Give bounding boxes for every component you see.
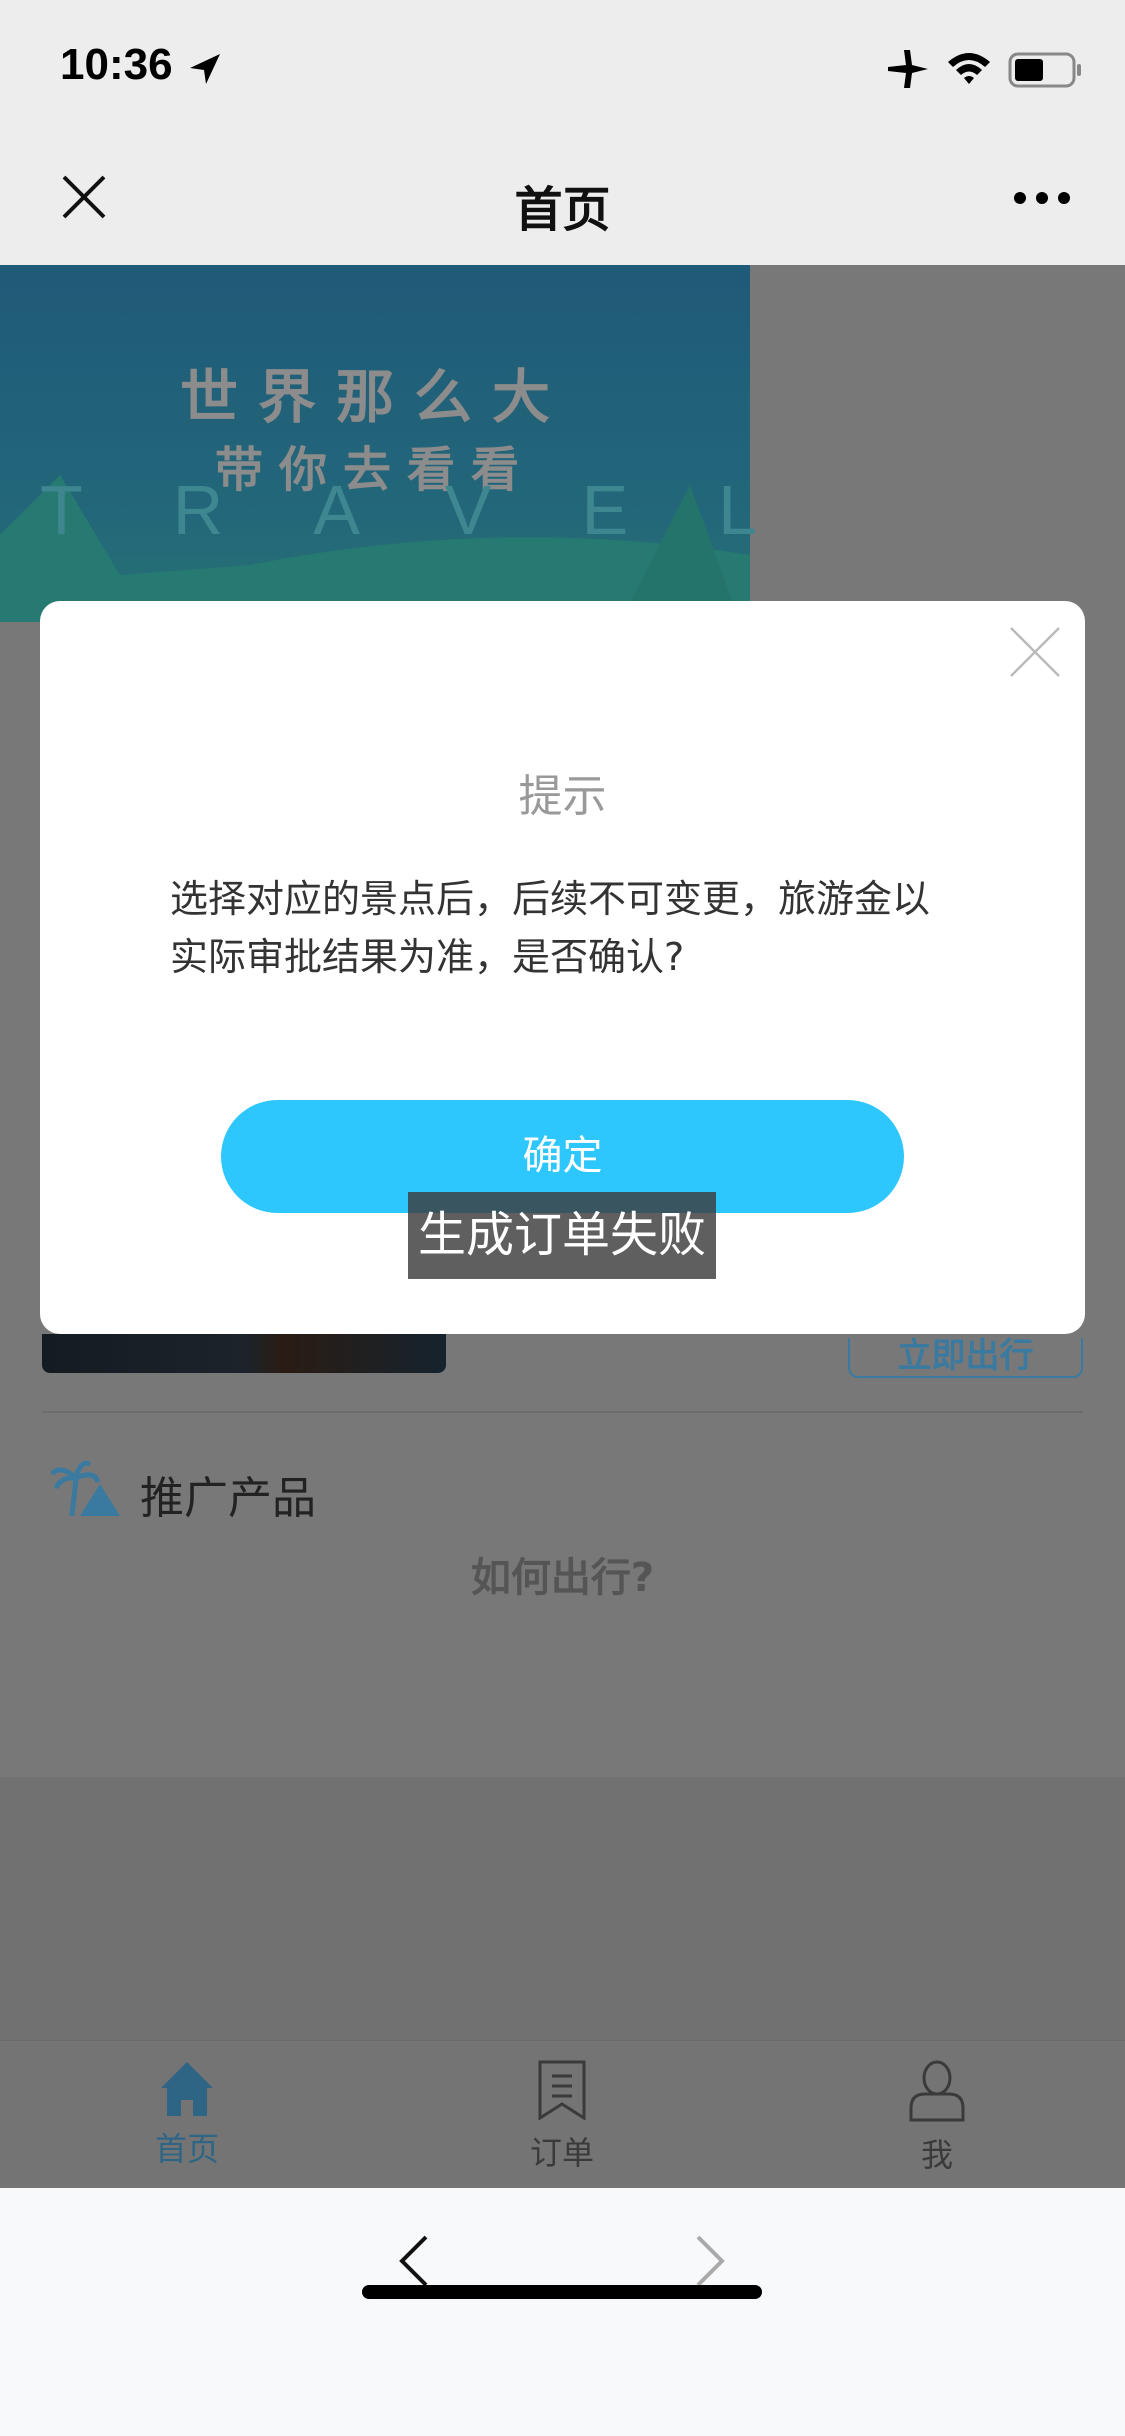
content-spacer: [0, 1777, 1125, 2040]
palm-tree-icon: [50, 1460, 120, 1516]
home-icon: [161, 2062, 213, 2116]
back-arrow-icon[interactable]: [396, 2234, 430, 2288]
more-icon[interactable]: [1012, 190, 1072, 206]
section-title: 推广产品: [140, 1473, 316, 1524]
tab-label: 我: [920, 2136, 953, 2174]
tab-orders[interactable]: 订单: [462, 2060, 662, 2174]
page-title: 首页: [514, 182, 611, 238]
dialog-title: 提示: [518, 771, 607, 822]
airplane-icon: [888, 50, 928, 88]
tab-label: 首页: [154, 2130, 219, 2168]
banner-travel: TRAVEL: [40, 471, 848, 549]
divider: [42, 1411, 1083, 1413]
dialog-close-icon[interactable]: [1005, 622, 1065, 682]
forward-arrow-icon[interactable]: [694, 2234, 728, 2288]
error-toast: 生成订单失败: [408, 1192, 716, 1279]
tab-me[interactable]: 我: [837, 2060, 1037, 2176]
dialog-message: 选择对应的景点后，后续不可变更，旅游金以实际审批结果为准，是否确认?: [170, 877, 931, 979]
battery-icon: [1008, 52, 1081, 88]
tab-home[interactable]: 首页: [87, 2060, 287, 2170]
tab-label: 订单: [529, 2134, 594, 2172]
location-arrow-icon: [190, 54, 220, 84]
product-image[interactable]: [42, 1334, 446, 1373]
go-button[interactable]: 立即出行: [848, 1338, 1083, 1378]
user-icon: [909, 2060, 965, 2122]
home-indicator: [362, 2285, 762, 2299]
wifi-icon: [948, 53, 990, 84]
order-icon: [538, 2060, 586, 2121]
browser-toolbar: [0, 2188, 1125, 2436]
banner-title: 世界那么大: [179, 363, 570, 431]
how-title: 如何出行?: [470, 1555, 655, 1601]
status-time: 10:36: [60, 40, 173, 89]
